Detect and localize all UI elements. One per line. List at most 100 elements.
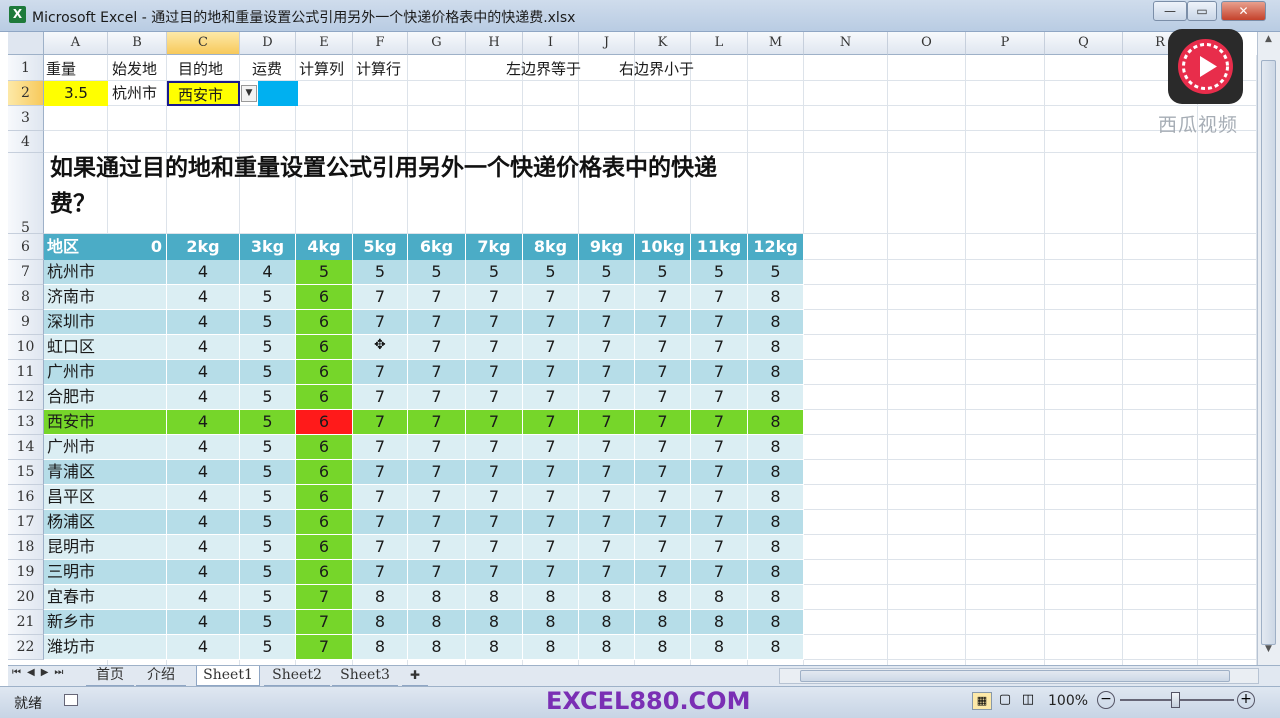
table-cell[interactable]: 8 [748,285,804,310]
column-header-m[interactable]: M [748,32,804,55]
table-row-region[interactable]: 杭州市 [44,260,167,285]
table-cell[interactable]: 6 [296,310,353,335]
table-cell[interactable]: 8 [748,485,804,510]
row-header-18[interactable]: 18 [8,535,44,560]
table-cell[interactable]: 7 [523,285,579,310]
table-cell[interactable]: 7 [635,285,691,310]
table-cell[interactable]: 7 [408,485,466,510]
table-cell[interactable]: 7 [579,535,635,560]
column-header-i[interactable]: I [523,32,579,55]
table-cell[interactable]: 5 [240,535,296,560]
cell-c1[interactable]: 目的地 [178,57,223,81]
table-cell[interactable]: 4 [167,260,240,285]
table-cell[interactable]: 7 [523,560,579,585]
table-cell[interactable]: 7 [691,435,748,460]
table-cell[interactable]: 4 [167,285,240,310]
table-cell[interactable]: 7 [635,310,691,335]
table-cell[interactable]: 8 [691,585,748,610]
table-cell[interactable]: 4 [167,585,240,610]
table-row-region[interactable]: 广州市 [44,435,167,460]
table-cell[interactable]: 8 [635,585,691,610]
table-cell[interactable]: 7 [635,460,691,485]
row-header-9[interactable]: 9 [8,310,44,335]
table-cell[interactable]: 7 [579,335,635,360]
cell-a2-weight[interactable]: 3.5 [44,81,108,106]
table-cell[interactable]: 7 [635,510,691,535]
table-row-region[interactable]: 三明市 [44,560,167,585]
table-cell[interactable]: 5 [296,260,353,285]
table-row-region[interactable]: 广州市 [44,360,167,385]
table-cell[interactable]: 7 [579,560,635,585]
table-cell[interactable]: 8 [353,585,408,610]
table-cell[interactable]: 7 [408,460,466,485]
table-cell[interactable]: 7 [579,410,635,435]
table-cell[interactable]: 7 [353,560,408,585]
minimize-button[interactable]: — [1153,1,1187,21]
table-cell[interactable]: 7 [408,335,466,360]
table-cell[interactable]: 7 [408,560,466,585]
table-cell[interactable]: 6 [296,510,353,535]
row-header-16[interactable]: 16 [8,485,44,510]
table-row-region[interactable]: 青浦区 [44,460,167,485]
table-cell[interactable]: 7 [353,535,408,560]
table-cell[interactable]: 8 [691,610,748,635]
table-cell[interactable]: 7 [635,410,691,435]
tab-intro[interactable]: 介绍 [136,666,186,686]
tab-sheet3[interactable]: Sheet3 [332,666,398,686]
table-cell[interactable]: 6 [296,560,353,585]
row-header-14[interactable]: 14 [8,435,44,460]
table-cell[interactable]: 5 [579,260,635,285]
table-cell[interactable]: 7 [635,335,691,360]
table-cell[interactable]: 7 [523,485,579,510]
table-cell[interactable]: 5 [240,385,296,410]
table-cell[interactable]: 8 [748,360,804,385]
table-cell[interactable]: 5 [240,510,296,535]
table-cell[interactable]: 7 [466,410,523,435]
table-cell[interactable]: 6 [296,385,353,410]
table-cell[interactable]: 4 [167,610,240,635]
header-weight-10kg[interactable]: 10kg [635,234,691,260]
table-cell[interactable]: 4 [167,635,240,660]
table-cell[interactable]: 4 [167,310,240,335]
header-weight-7kg[interactable]: 7kg [466,234,523,260]
cell-a1[interactable]: 重量 [46,57,76,81]
table-cell[interactable]: 5 [748,260,804,285]
table-cell[interactable]: 4 [167,560,240,585]
header-weight-3kg[interactable]: 3kg [240,234,296,260]
select-all-corner[interactable] [8,32,44,55]
table-cell[interactable]: 7 [523,385,579,410]
column-header-l[interactable]: L [691,32,748,55]
zoom-slider-thumb[interactable] [1171,692,1180,708]
column-header-n[interactable]: N [804,32,888,55]
column-header-e[interactable]: E [296,32,353,55]
table-cell[interactable]: 7 [466,310,523,335]
column-header-q[interactable]: Q [1045,32,1123,55]
cell-f1[interactable]: 计算行 [356,57,401,81]
table-cell[interactable]: 7 [523,335,579,360]
table-cell[interactable]: 7 [408,535,466,560]
table-cell[interactable]: 7 [408,360,466,385]
column-header-b[interactable]: B [108,32,167,55]
table-cell[interactable]: 5 [523,260,579,285]
row-header-5[interactable]: 5 [8,153,44,236]
table-row-region[interactable]: 新乡市 [44,610,167,635]
table-cell[interactable]: 4 [167,360,240,385]
table-cell[interactable]: 7 [466,510,523,535]
table-cell[interactable]: 7 [353,360,408,385]
table-cell[interactable]: 8 [748,560,804,585]
header-weight-4kg[interactable]: 4kg [296,234,353,260]
cell-b2-origin[interactable]: 杭州市 [112,81,157,105]
row-header-8[interactable]: 8 [8,285,44,310]
header-weight-6kg[interactable]: 6kg [408,234,466,260]
table-cell[interactable]: 7 [408,410,466,435]
table-row-region[interactable]: 昌平区 [44,485,167,510]
dropdown-arrow-icon[interactable]: ▼ [241,85,257,102]
table-cell[interactable]: 7 [635,485,691,510]
table-cell[interactable]: 7 [691,460,748,485]
column-header-o[interactable]: O [888,32,966,55]
page-break-view-icon[interactable]: ◫ [1018,692,1038,710]
table-cell[interactable]: 7 [691,510,748,535]
table-cell[interactable]: 7 [523,510,579,535]
table-cell[interactable]: 5 [240,360,296,385]
table-cell[interactable]: 5 [240,410,296,435]
